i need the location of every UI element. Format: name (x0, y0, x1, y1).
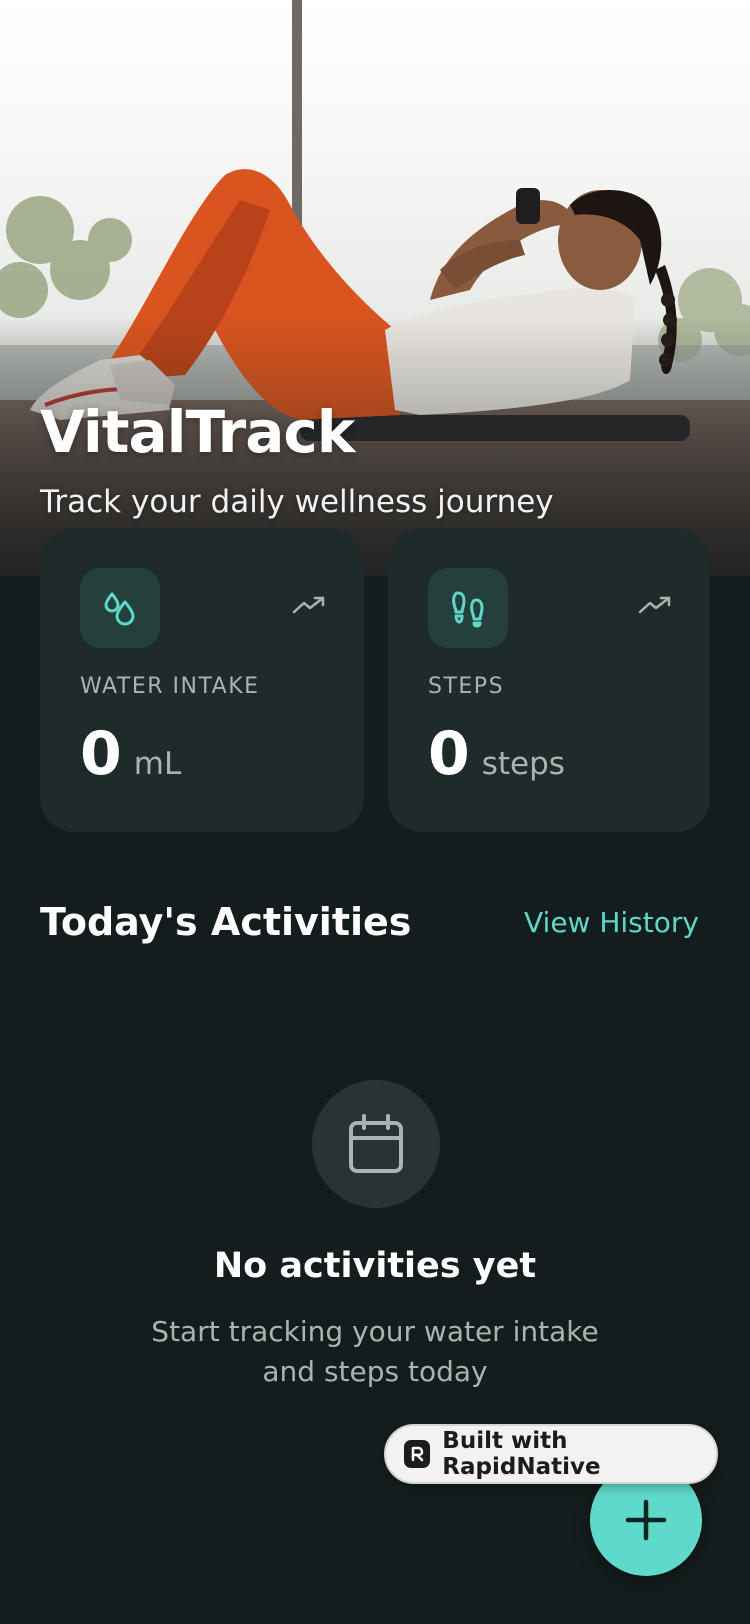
water-intake-value-row: 0 mL (80, 724, 181, 784)
view-history-link[interactable]: View History (524, 906, 699, 939)
water-drops-icon (104, 592, 135, 626)
empty-state-title: No activities yet (213, 1246, 537, 1286)
steps-card[interactable]: STEPS 0 steps (388, 528, 710, 832)
steps-value-row: 0 steps (428, 724, 565, 784)
rapidnative-logo-icon (404, 1440, 431, 1468)
built-with-badge-label: Built with RapidNative (442, 1428, 601, 1480)
app-title: VitalTrack (40, 398, 355, 466)
calendar-icon (349, 1114, 403, 1173)
steps-icon-box (428, 568, 508, 648)
water-icon-box (80, 568, 160, 648)
water-intake-value: 0 (80, 719, 122, 789)
footprints-icon (452, 591, 484, 628)
empty-state-icon-circle (312, 1080, 440, 1208)
water-intake-unit: mL (133, 746, 182, 782)
trending-up-icon (292, 596, 325, 614)
water-intake-card[interactable]: WATER INTAKE 0 mL (40, 528, 364, 832)
empty-state-description: Start tracking your water intake and ste… (151, 1315, 599, 1388)
hero-banner: VitalTrack Track your daily wellness jou… (0, 0, 750, 576)
app-subtitle: Track your daily wellness journey (40, 484, 554, 520)
activities-title: Today's Activities (40, 900, 412, 944)
steps-label: STEPS (428, 674, 505, 699)
steps-unit: steps (481, 746, 565, 782)
plus-icon (625, 1499, 667, 1541)
water-intake-label: WATER INTAKE (80, 674, 260, 699)
trending-up-icon (638, 596, 671, 614)
steps-value: 0 (428, 719, 470, 789)
built-with-badge[interactable]: Built with RapidNative (384, 1424, 718, 1484)
